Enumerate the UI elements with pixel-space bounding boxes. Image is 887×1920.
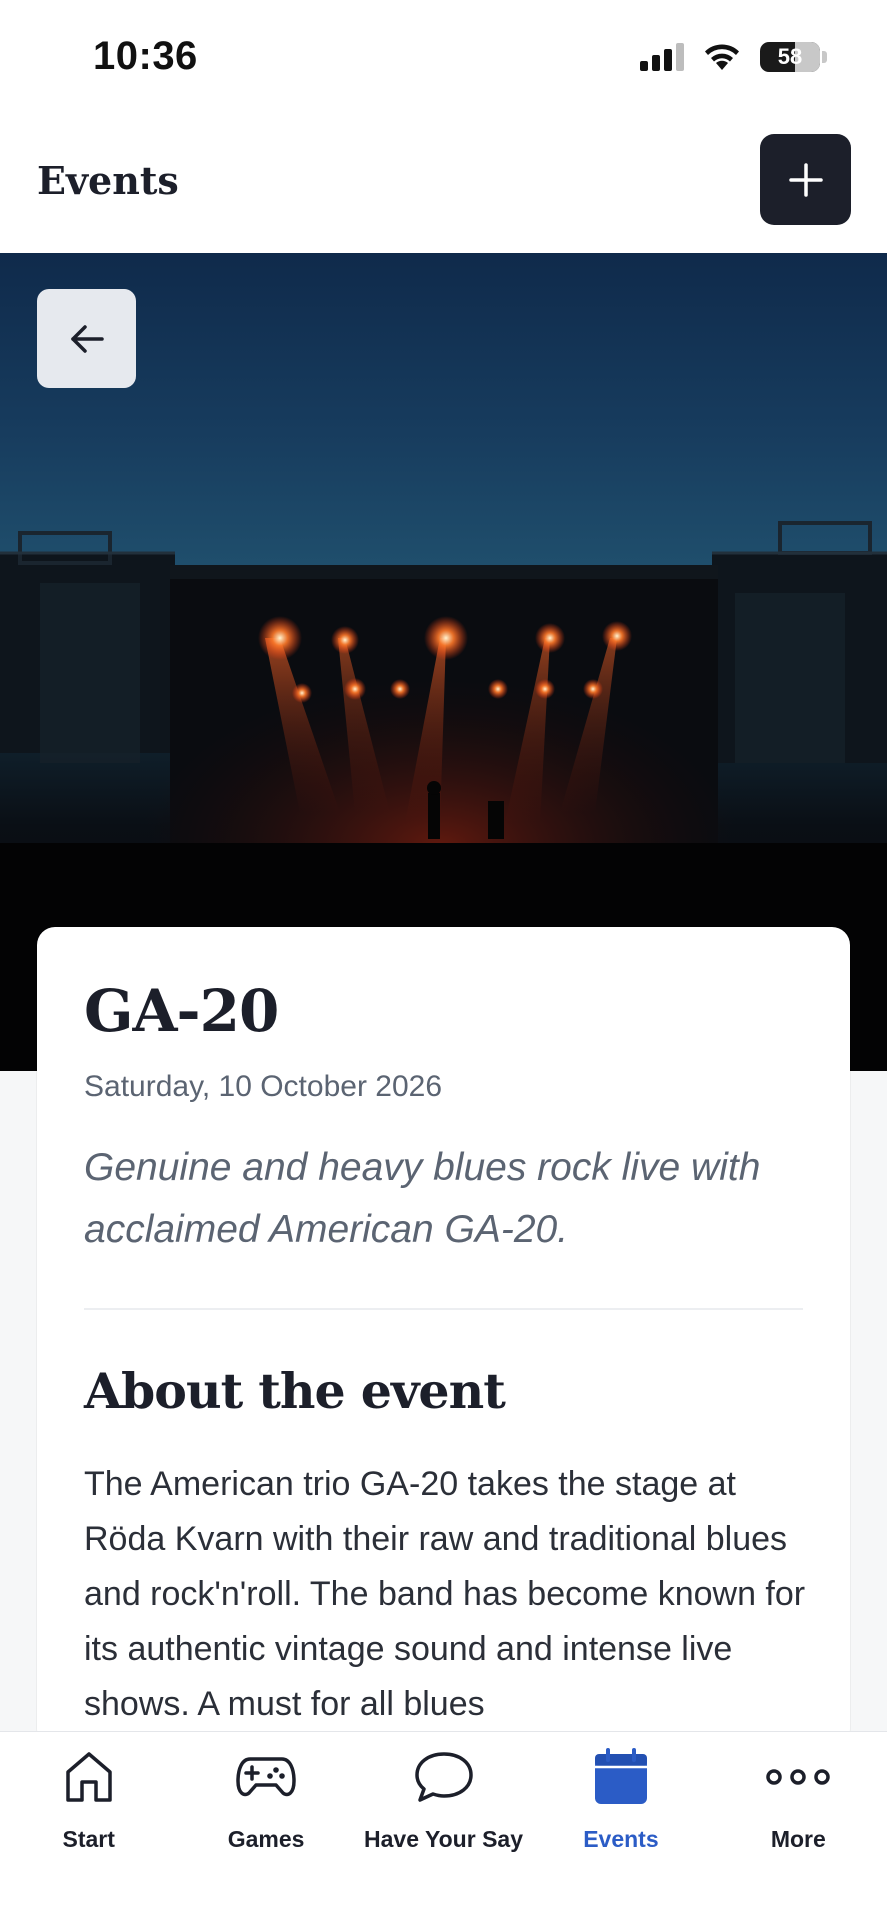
- about-heading: About the event: [84, 1362, 506, 1420]
- gamepad-icon: [236, 1757, 296, 1797]
- event-description: The American trio GA-20 takes the stage …: [84, 1465, 806, 1723]
- battery-indicator: 58: [760, 42, 820, 72]
- tab-label: More: [770, 1826, 826, 1852]
- event-date: Saturday, 10 October 2026: [84, 1070, 443, 1103]
- cellular-signal-icon: [640, 43, 684, 71]
- event-subtitle: Genuine and heavy blues rock live with a…: [84, 1146, 761, 1251]
- app-header: Events: [0, 118, 887, 253]
- tab-label: Have Your Say: [364, 1826, 523, 1852]
- home-icon: [65, 1752, 112, 1802]
- event-title: GA-20: [84, 977, 279, 1045]
- status-bar: 10:36 58: [0, 0, 887, 118]
- bottom-tab-bar: Start Games Have Your Say Events More: [0, 1731, 887, 1920]
- speech-bubble-icon: [414, 1752, 473, 1802]
- back-button[interactable]: [37, 289, 136, 388]
- page-title: Events: [37, 158, 179, 203]
- wifi-icon: [705, 44, 739, 70]
- battery-level: 58: [777, 44, 803, 69]
- status-time: 10:36: [93, 34, 198, 78]
- tab-label: Start: [62, 1826, 115, 1852]
- tab-events[interactable]: Events: [532, 1732, 709, 1920]
- tab-more[interactable]: More: [710, 1732, 887, 1920]
- arrow-left-icon: [70, 324, 104, 353]
- divider: [84, 1308, 803, 1310]
- more-dots-icon: [766, 1769, 831, 1785]
- add-button[interactable]: [760, 134, 851, 225]
- tab-have-your-say[interactable]: Have Your Say: [355, 1732, 532, 1920]
- status-icons: 58: [640, 42, 827, 72]
- calendar-icon: [594, 1748, 647, 1804]
- tab-label: Games: [227, 1826, 305, 1852]
- event-details-card: GA-20 Saturday, 10 October 2026 Genuine …: [37, 927, 850, 1747]
- tab-label: Events: [583, 1826, 659, 1852]
- tab-games[interactable]: Games: [177, 1732, 354, 1920]
- plus-icon: [788, 162, 823, 197]
- tab-start[interactable]: Start: [0, 1732, 177, 1920]
